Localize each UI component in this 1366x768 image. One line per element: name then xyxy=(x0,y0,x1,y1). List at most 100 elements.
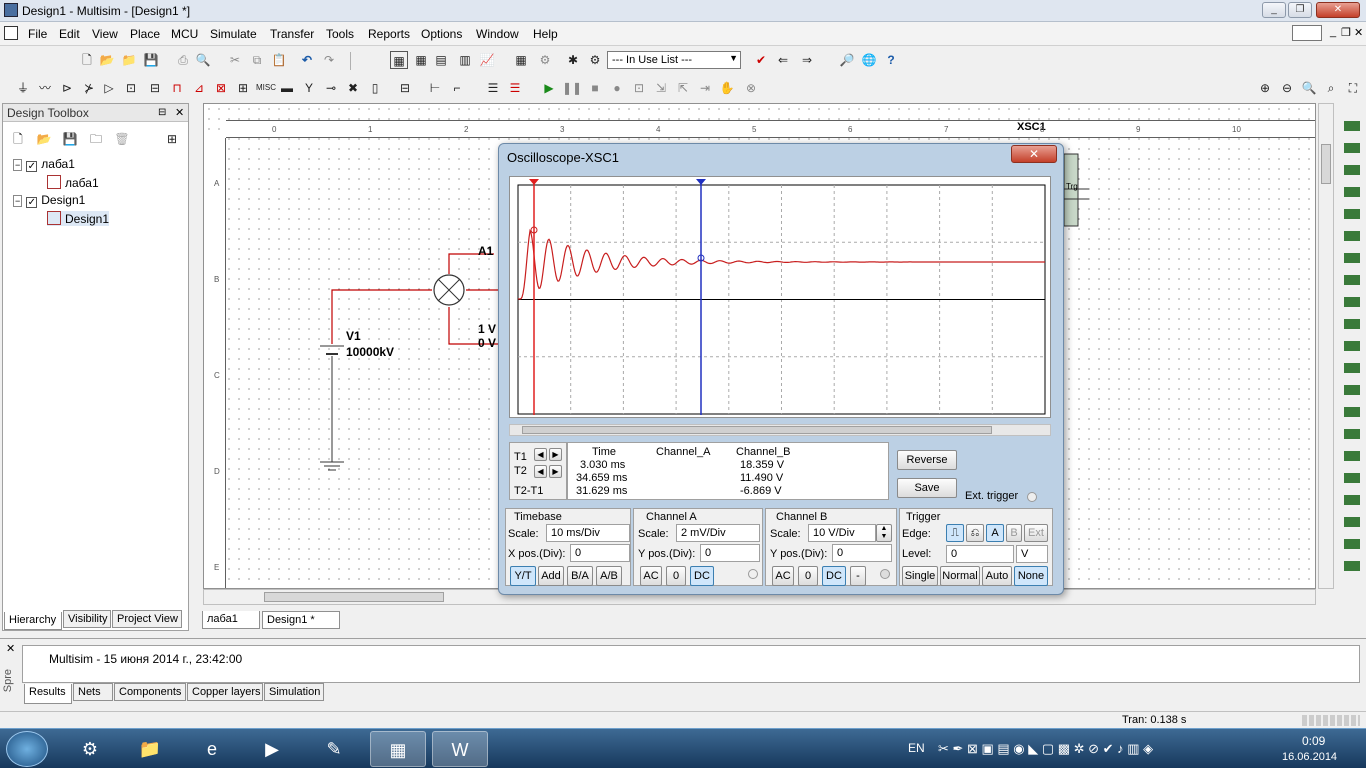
step-into-icon[interactable]: ⇲ xyxy=(652,79,670,97)
tab-copper-layers[interactable]: Copper layers xyxy=(187,683,263,701)
ba-button[interactable]: B/A xyxy=(567,566,593,586)
peripheral-icon[interactable]: ▬ xyxy=(278,79,296,97)
canvas-vertical-scrollbar[interactable] xyxy=(1318,103,1334,589)
menu-simulate[interactable]: Simulate xyxy=(210,27,257,41)
taskbar-multisim-icon[interactable]: ▦ xyxy=(370,731,426,767)
menu-help[interactable]: Help xyxy=(533,27,558,41)
t2-left-button[interactable]: ◀ xyxy=(534,465,547,478)
channel-b-ac-button[interactable]: AC xyxy=(772,566,794,586)
channel-a-ac-button[interactable]: AC xyxy=(640,566,662,586)
undo-icon[interactable]: ↶ xyxy=(298,51,316,69)
ext-trigger-terminal[interactable] xyxy=(1027,492,1037,502)
component-wizard-icon[interactable]: ✱ xyxy=(564,51,582,69)
menu-file[interactable]: File xyxy=(28,27,47,41)
taskbar-explorer-icon[interactable]: 📁 xyxy=(122,731,178,767)
tb-save-icon[interactable]: 💾 xyxy=(61,130,79,148)
print-icon[interactable]: ⎙ xyxy=(174,51,192,69)
redo-icon[interactable]: ↷ xyxy=(320,51,338,69)
remove-breakpoints-icon[interactable]: ⊗ xyxy=(742,79,760,97)
timebase-scale-input[interactable]: 10 ms/Div xyxy=(546,524,630,542)
t1-right-button[interactable]: ▶ xyxy=(549,448,562,461)
menu-view[interactable]: View xyxy=(92,27,118,41)
add-button[interactable]: Add xyxy=(538,566,564,586)
channel-b-ypos-input[interactable]: 0 xyxy=(832,544,892,562)
misc-digital-icon[interactable]: ⊓ xyxy=(168,79,186,97)
xpos-input[interactable]: 0 xyxy=(570,544,630,562)
taskbar-word-icon[interactable]: W xyxy=(432,731,488,767)
single-button[interactable]: Single xyxy=(902,566,938,586)
zoom-fit-icon[interactable]: ⌕ xyxy=(1322,79,1340,97)
tab-hierarchy[interactable]: Hierarchy xyxy=(4,612,62,630)
tree-item-laba1-sheet[interactable]: лаба1 xyxy=(47,175,99,190)
run-icon[interactable]: ▶ xyxy=(540,79,558,97)
toolbox-dock-icon[interactable]: ⊟ xyxy=(158,107,166,118)
menu-reports[interactable]: Reports xyxy=(368,27,410,41)
pause-at-next-icon[interactable]: ● xyxy=(608,79,626,97)
menu-mcu[interactable]: MCU xyxy=(171,27,198,41)
toolbox-close-icon[interactable]: ✕ xyxy=(175,106,184,119)
grapher-icon[interactable]: 📈 xyxy=(478,51,496,69)
channel-b-scale-spinner[interactable]: ▲ ▼ xyxy=(876,524,892,542)
falling-edge-icon[interactable]: ⎌ xyxy=(966,524,984,542)
toggle-breakpoint-icon[interactable]: ✋ xyxy=(718,79,736,97)
menu-place[interactable]: Place xyxy=(130,27,160,41)
tab-simulation[interactable]: Simulation xyxy=(264,683,324,701)
zoom-in-icon[interactable]: ⊕ xyxy=(1256,79,1274,97)
help-icon[interactable]: ? xyxy=(882,51,900,69)
level-input[interactable]: 0 xyxy=(946,545,1014,563)
normal-button[interactable]: Normal xyxy=(940,566,980,586)
scope-hscroll[interactable] xyxy=(509,424,1051,436)
database-manager-icon[interactable]: ⚙ xyxy=(586,51,604,69)
new-icon[interactable]: 🗋 xyxy=(78,51,96,69)
start-button[interactable] xyxy=(6,731,48,767)
panel-close-icon[interactable]: ✕ xyxy=(6,642,15,655)
tab-project-view[interactable]: Project View xyxy=(112,610,182,628)
minimize-button[interactable]: _ xyxy=(1262,2,1286,18)
electrical-rules-icon[interactable]: ⚙ xyxy=(536,51,554,69)
taskbar-app-1-icon[interactable]: ⚙ xyxy=(62,731,118,767)
channel-a-terminal[interactable] xyxy=(748,569,758,579)
yt-button[interactable]: Y/T xyxy=(510,566,536,586)
tree-item-laba1[interactable]: − ✓ лаба1 xyxy=(13,157,75,172)
copy-icon[interactable]: ⧉ xyxy=(248,51,266,69)
back-annotate-icon[interactable]: ⇐ xyxy=(774,51,792,69)
doc-tab-design1[interactable]: Design1 * xyxy=(262,611,340,629)
level-unit-select[interactable]: V xyxy=(1016,545,1048,563)
tb-open-icon[interactable]: 📂 xyxy=(35,130,53,148)
tree-item-design1[interactable]: − ✓ Design1 xyxy=(13,193,85,208)
t1-left-button[interactable]: ◀ xyxy=(534,448,547,461)
ttl-icon[interactable]: ⊡ xyxy=(122,79,140,97)
indicator-icon[interactable]: ⊠ xyxy=(212,79,230,97)
tab-components[interactable]: Components xyxy=(114,683,186,701)
save-button[interactable]: Save xyxy=(897,478,957,498)
spreadsheet-view-icon[interactable]: ☰ xyxy=(484,79,502,97)
tb-project-icon[interactable]: ⊞ xyxy=(163,130,181,148)
taskbar-media-icon[interactable]: ▶ xyxy=(244,731,300,767)
paste-icon[interactable]: 📋 xyxy=(270,51,288,69)
tray-icons[interactable]: ✂ ✒ ⊠ ▣ ▤ ◉ ◣ ▢ ▩ ✲ ⊘ ✔ ♪ ▥ ◈ xyxy=(938,741,1153,757)
hscroll-thumb[interactable] xyxy=(264,592,444,602)
channel-b-minus-button[interactable]: - xyxy=(850,566,866,586)
transistor-icon[interactable]: ⊁ xyxy=(80,79,98,97)
basic-component-icon[interactable]: 〰 xyxy=(36,79,54,97)
mixed-icon[interactable]: ⊿ xyxy=(190,79,208,97)
auto-button[interactable]: Auto xyxy=(982,566,1012,586)
t2-right-button[interactable]: ▶ xyxy=(549,465,562,478)
step-over-icon[interactable]: ⇱ xyxy=(674,79,692,97)
full-screen-icon[interactable]: ⛶ xyxy=(1344,79,1362,97)
channel-b-dc-button[interactable]: DC xyxy=(822,566,846,586)
tree-item-design1-sheet[interactable]: Design1 xyxy=(47,211,110,226)
tab-visibility[interactable]: Visibility xyxy=(63,610,111,628)
trigger-source-b-button[interactable]: B xyxy=(1006,524,1022,542)
wire-icon[interactable]: ⌐ xyxy=(448,79,466,97)
menu-options[interactable]: Options xyxy=(421,27,462,41)
channel-b-zero-button[interactable]: 0 xyxy=(798,566,818,586)
taskbar-ie-icon[interactable]: e xyxy=(184,731,240,767)
zoom-out-icon[interactable]: ⊖ xyxy=(1278,79,1296,97)
in-use-list-select[interactable]: --- In Use List --- ▼ xyxy=(607,51,741,69)
zoom-area-icon[interactable]: 🔍 xyxy=(1300,79,1318,97)
reverse-button[interactable]: Reverse xyxy=(897,450,957,470)
mdi-minimize-icon[interactable]: _ xyxy=(1330,26,1336,38)
menu-tools[interactable]: Tools xyxy=(326,27,354,41)
vscroll-thumb[interactable] xyxy=(1321,144,1331,184)
